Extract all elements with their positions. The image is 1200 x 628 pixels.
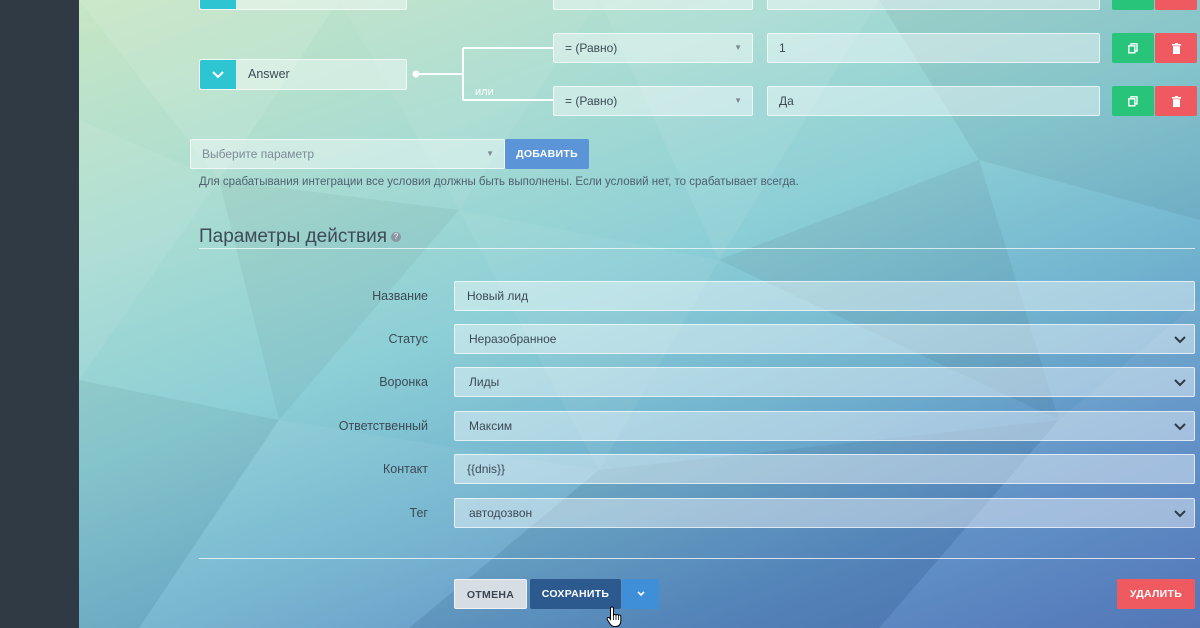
copy-icon[interactable] [1112, 0, 1154, 10]
or-label: или [475, 86, 494, 98]
field-label-status: Статус [388, 332, 428, 346]
funnel-select-value: Лиды [469, 375, 500, 389]
condition-operator-partial[interactable] [553, 0, 753, 10]
status-select[interactable]: Неразобранное [454, 324, 1195, 354]
condition-param-select[interactable]: Answer [199, 59, 407, 90]
responsible-select[interactable]: Максим [454, 411, 1195, 441]
save-button[interactable]: СОХРАНИТЬ [530, 579, 621, 609]
section-divider [199, 248, 1195, 249]
chevron-down-icon [1174, 379, 1186, 387]
chevron-down-icon [1174, 423, 1186, 431]
tag-select[interactable]: автодозвон [454, 498, 1195, 528]
add-param-placeholder: Выберите параметр [202, 147, 315, 161]
action-section-title: Параметры действия? [199, 226, 402, 248]
condition-value-text: Да [779, 94, 794, 108]
condition-value-partial[interactable] [767, 0, 1100, 10]
condition-value-input[interactable]: 1 [767, 33, 1100, 63]
hand-cursor-icon [606, 606, 622, 627]
condition-param-label: Answer [248, 67, 290, 81]
save-options-button[interactable] [622, 579, 659, 609]
name-input[interactable]: Новый лид [454, 281, 1195, 311]
cancel-button[interactable]: ОТМЕНА [454, 579, 527, 609]
condition-param-partial[interactable] [199, 0, 407, 10]
trash-icon[interactable] [1155, 0, 1197, 10]
field-label-name: Название [372, 289, 428, 303]
funnel-select[interactable]: Лиды [454, 367, 1195, 397]
contact-input[interactable]: {{dnis}} [454, 454, 1195, 484]
integration-form: Answer или = (Равно) ▼ 1 = (Равно) ▼ Да … [0, 0, 1200, 628]
chevron-down-icon: ▼ [734, 43, 742, 52]
or-connector [412, 47, 553, 101]
chevron-down-icon[interactable] [200, 60, 236, 89]
action-title-text: Параметры действия [199, 226, 388, 247]
tag-select-value: автодозвон [469, 506, 533, 520]
add-button[interactable]: ДОБАВИТЬ [505, 139, 589, 169]
chevron-down-icon [636, 591, 645, 597]
condition-operator-select[interactable]: = (Равно) ▼ [553, 86, 753, 116]
trash-icon[interactable] [1155, 86, 1197, 116]
condition-operator-value: = (Равно) [565, 94, 618, 108]
contact-input-value: {{dnis}} [467, 462, 506, 476]
condition-operator-select[interactable]: = (Равно) ▼ [553, 33, 753, 63]
condition-value-input[interactable]: Да [767, 86, 1100, 116]
add-param-select[interactable]: Выберите параметр ▼ [190, 139, 505, 169]
chevron-down-icon[interactable] [200, 0, 236, 9]
name-input-value: Новый лид [467, 289, 529, 303]
chevron-down-icon [1174, 336, 1186, 344]
field-label-contact: Контакт [382, 462, 428, 476]
status-select-value: Неразобранное [469, 332, 557, 346]
help-icon[interactable]: ? [391, 231, 402, 242]
conditions-hint: Для срабатывания интеграции все условия … [199, 176, 799, 188]
field-label-responsible: Ответственный [338, 419, 428, 433]
copy-icon[interactable] [1112, 86, 1154, 116]
field-label-tag: Тег [409, 506, 428, 520]
delete-button[interactable]: УДАЛИТЬ [1117, 579, 1195, 609]
trash-icon[interactable] [1155, 33, 1197, 63]
chevron-down-icon: ▼ [486, 149, 494, 158]
condition-value-text: 1 [779, 41, 786, 55]
field-label-funnel: Воронка [379, 375, 428, 389]
footer-divider [199, 558, 1195, 559]
condition-operator-value: = (Равно) [565, 41, 618, 55]
copy-icon[interactable] [1112, 33, 1154, 63]
chevron-down-icon: ▼ [734, 96, 742, 105]
chevron-down-icon [1174, 510, 1186, 518]
responsible-select-value: Максим [469, 419, 513, 433]
